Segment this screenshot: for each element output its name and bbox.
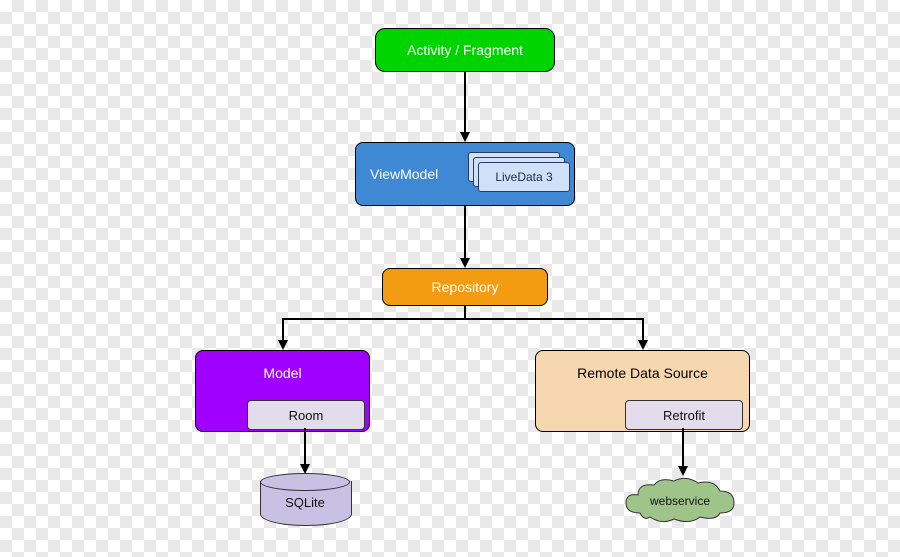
node-model-label: Model: [263, 365, 301, 381]
edge-repository-branch-horizontal: [282, 318, 644, 320]
node-webservice-cloud: webservice: [620, 475, 740, 525]
tag-retrofit-label: Retrofit: [663, 408, 705, 423]
node-webservice-label: webservice: [649, 494, 710, 508]
node-repository-label: Repository: [432, 279, 499, 295]
arrowhead-icon: [460, 132, 470, 142]
node-remote-label: Remote Data Source: [577, 365, 708, 381]
node-sqlite-label: SQLite: [260, 495, 350, 510]
edge-repository-to-remote: [642, 318, 644, 340]
arrowhead-icon: [278, 340, 288, 350]
cylinder-top-icon: [260, 473, 350, 491]
livedata-card-front: LiveData 3: [478, 162, 570, 192]
node-activity-fragment: Activity / Fragment: [375, 28, 555, 72]
tag-room-label: Room: [289, 408, 324, 423]
node-sqlite-cylinder: SQLite: [260, 473, 350, 525]
cloud-icon: webservice: [620, 475, 740, 525]
arrowhead-icon: [638, 340, 648, 350]
edge-room-to-sqlite: [304, 428, 306, 464]
edge-viewmodel-to-repository: [464, 206, 466, 258]
livedata-label: LiveData 3: [495, 170, 552, 184]
diagram-canvas: Activity / Fragment ViewModel LiveData 3…: [0, 0, 900, 557]
node-viewmodel-label: ViewModel: [370, 166, 438, 182]
arrowhead-icon: [460, 258, 470, 268]
livedata-stack: LiveData 3: [468, 152, 568, 190]
edge-repository-to-model: [282, 318, 284, 340]
tag-room: Room: [247, 400, 365, 430]
node-activity-label: Activity / Fragment: [407, 42, 523, 58]
edge-retrofit-to-webservice: [682, 428, 684, 466]
edge-activity-to-viewmodel: [464, 72, 466, 132]
node-repository: Repository: [382, 268, 548, 306]
tag-retrofit: Retrofit: [625, 400, 743, 430]
